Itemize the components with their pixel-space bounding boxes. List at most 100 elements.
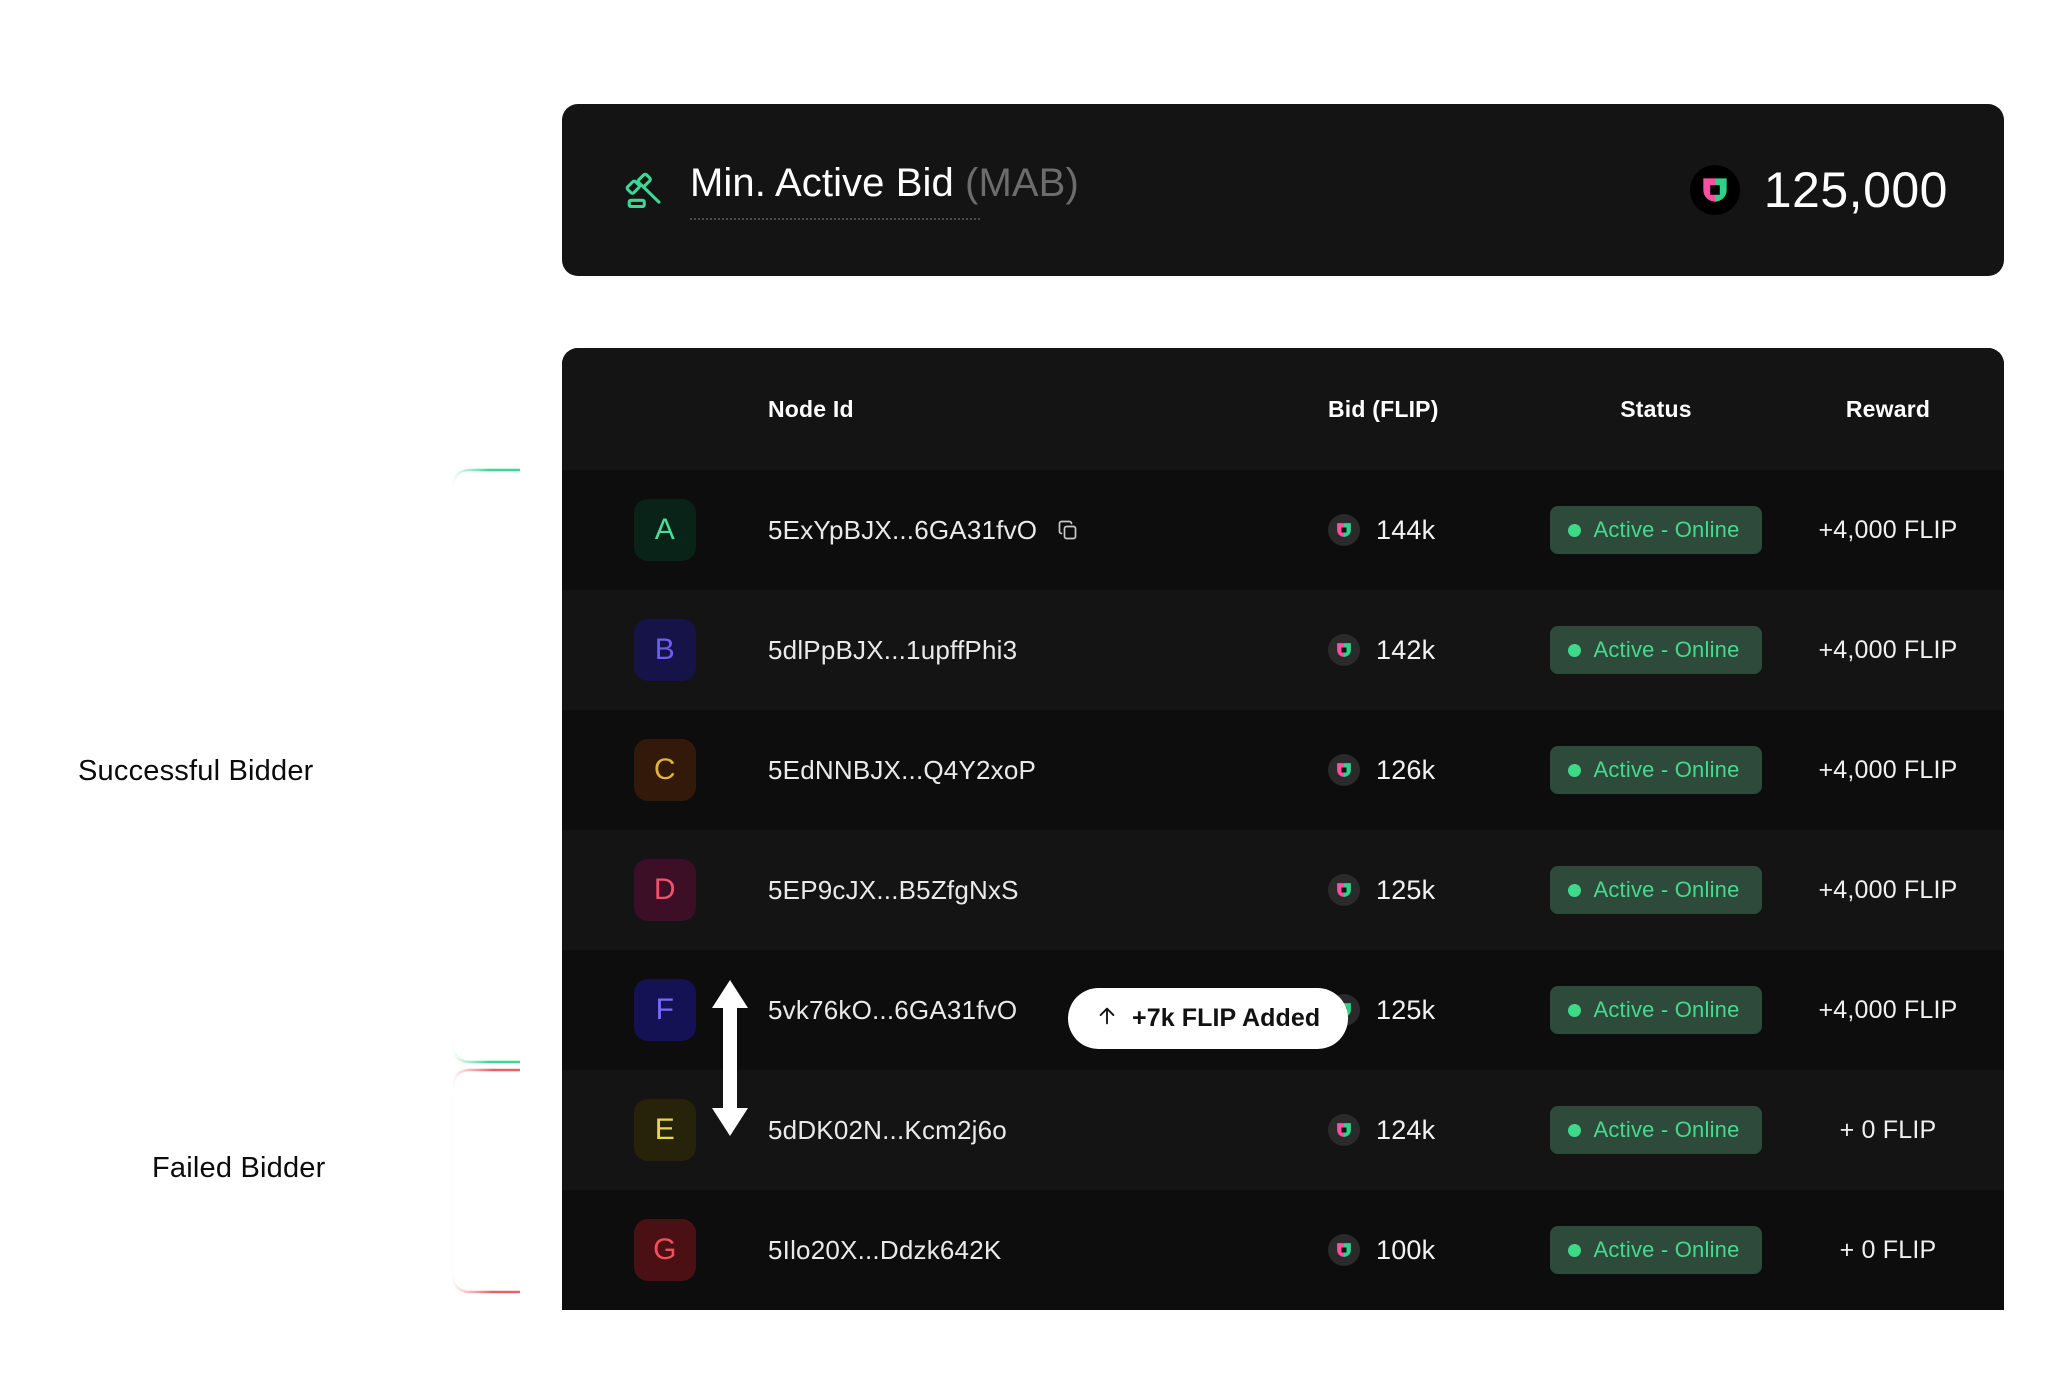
node-id-text: 5Ilo20X...Ddzk642K [768, 1234, 1002, 1265]
status-badge: Active - Online [1550, 1106, 1762, 1154]
status-label: Active - Online [1593, 877, 1740, 902]
status-cell: Active - Online [1540, 746, 1772, 794]
double-arrow-vertical-icon [708, 978, 752, 1138]
bid-cell: 100k [1328, 1234, 1540, 1266]
status-badge: Active - Online [1550, 746, 1762, 794]
reward-value: + 0 FLIP [1839, 1235, 1937, 1264]
mab-card-right: 125,000 [1689, 161, 1948, 219]
table-row[interactable]: G 5Ilo20X...Ddzk642K 100k Active - Online + … [562, 1190, 2004, 1310]
table-row[interactable]: B 5dlPpBJX...1upffPhi3 142k Active - Online… [562, 590, 2004, 710]
flip-added-label: +7k FLIP Added [1132, 1004, 1321, 1032]
node-id-text: 5ExYpBJX...6GA31fvO [768, 514, 1038, 545]
bid-value: 126k [1376, 754, 1436, 785]
status-label: Active - Online [1593, 1237, 1740, 1262]
mab-title-main: Min. Active Bid [690, 160, 954, 205]
table-row[interactable]: E 5dDK02N...Kcm2j6o 124k Active - Online + 0… [562, 1070, 2004, 1190]
reward-cell: +4,000 FLIP [1772, 516, 2004, 545]
reward-value: +4,000 FLIP [1818, 875, 1958, 904]
avatar: B [634, 619, 696, 681]
mab-title-block: Min. Active Bid (MAB) [690, 161, 1079, 220]
flip-token-icon [1328, 1114, 1360, 1146]
mab-title: Min. Active Bid (MAB) [690, 161, 1079, 206]
bid-cell: 144k [1328, 514, 1540, 546]
reward-cell: +4,000 FLIP [1772, 996, 2004, 1025]
avatar: A [634, 499, 696, 561]
reward-cell: +4,000 FLIP [1772, 756, 2004, 785]
node-id-cell: 5EP9cJX...B5ZfgNxS [768, 875, 1328, 906]
reward-value: + 0 FLIP [1839, 1115, 1937, 1144]
copy-icon[interactable] [1055, 517, 1081, 543]
status-dot-icon [1568, 523, 1582, 537]
bid-cell: 125k [1328, 994, 1540, 1026]
mab-card-left: Min. Active Bid (MAB) [622, 161, 1079, 220]
node-id-cell: 5dlPpBJX...1upffPhi3 [768, 635, 1328, 666]
header-reward-label: Reward [1845, 395, 1931, 422]
table-row[interactable]: D 5EP9cJX...B5ZfgNxS 125k Active - Online +4… [562, 830, 2004, 950]
arrow-up-icon [1096, 1004, 1118, 1033]
flip-added-badge: +7k FLIP Added [1068, 988, 1349, 1049]
avatar: C [634, 739, 696, 801]
table-row[interactable]: C 5EdNNBJX...Q4Y2xoP 126k Active - Online +4… [562, 710, 2004, 830]
status-label: Active - Online [1593, 637, 1740, 662]
avatar-letter: E [654, 1113, 676, 1146]
avatar-letter: F [655, 993, 675, 1026]
avatar-letter: C [653, 753, 677, 786]
flip-token-icon [1328, 1234, 1360, 1266]
node-id-text: 5vk76kO...6GA31fvO [768, 994, 1018, 1025]
status-cell: Active - Online [1540, 506, 1772, 554]
reward-value: +4,000 FLIP [1818, 755, 1958, 784]
node-id-text: 5dlPpBJX...1upffPhi3 [768, 634, 1018, 665]
bid-cell: 126k [1328, 754, 1540, 786]
status-badge: Active - Online [1550, 626, 1762, 674]
reward-value: +4,000 FLIP [1818, 635, 1958, 664]
header-status: Status [1540, 396, 1772, 423]
avatar-letter: G [653, 1233, 677, 1266]
min-active-bid-card: Min. Active Bid (MAB) 125,000 [562, 104, 2004, 276]
reward-cell: +4,000 FLIP [1772, 636, 2004, 665]
reward-cell: +4,000 FLIP [1772, 876, 2004, 905]
avatar-cell: C [562, 739, 768, 801]
bid-value: 144k [1376, 514, 1436, 545]
status-cell: Active - Online [1540, 626, 1772, 674]
status-badge: Active - Online [1550, 1226, 1762, 1274]
avatar-cell: A [562, 499, 768, 561]
flip-token-icon [1689, 165, 1740, 215]
header-reward: Reward [1772, 396, 2004, 423]
avatar: E [634, 1099, 696, 1161]
status-badge: Active - Online [1550, 506, 1762, 554]
annotation-failed-bidder: Failed Bidder [152, 1152, 326, 1184]
bid-value: 124k [1376, 1114, 1436, 1145]
bid-value: 125k [1376, 874, 1436, 905]
status-cell: Active - Online [1540, 986, 1772, 1034]
status-dot-icon [1568, 883, 1582, 897]
status-label: Active - Online [1593, 1117, 1740, 1142]
table-row[interactable]: A 5ExYpBJX...6GA31fvO 144k Active - Online +… [562, 470, 2004, 590]
node-id-cell: 5EdNNBJX...Q4Y2xoP [768, 755, 1328, 786]
status-cell: Active - Online [1540, 1226, 1772, 1274]
bidders-table: Node Id Bid (FLIP) Status Reward A 5ExYpB… [562, 348, 2004, 1310]
header-bid: Bid (FLIP) [1328, 396, 1540, 423]
node-id-text: 5EP9cJX...B5ZfgNxS [768, 874, 1019, 905]
node-id-cell: 5Ilo20X...Ddzk642K [768, 1235, 1328, 1266]
status-label: Active - Online [1593, 757, 1740, 782]
flip-token-icon [1328, 874, 1360, 906]
status-cell: Active - Online [1540, 1106, 1772, 1154]
screenshot-root: Min. Active Bid (MAB) 125,000 Node Id Bi… [0, 0, 2060, 1400]
avatar-cell: G [562, 1219, 768, 1281]
mab-title-abbr: (MAB) [965, 160, 1079, 205]
bid-value: 100k [1376, 1234, 1436, 1265]
annotation-successful-bidder: Successful Bidder [78, 755, 314, 787]
node-id-cell: 5ExYpBJX...6GA31fvO [768, 515, 1328, 546]
table-header-row: Node Id Bid (FLIP) Status Reward [562, 348, 2004, 470]
header-status-label: Status [1620, 395, 1692, 422]
header-bid-label: Bid (FLIP) [1328, 395, 1439, 422]
avatar-letter: D [653, 873, 677, 906]
flip-token-icon [1328, 634, 1360, 666]
bid-cell: 142k [1328, 634, 1540, 666]
avatar: G [634, 1219, 696, 1281]
mab-value: 125,000 [1763, 162, 1948, 218]
status-badge: Active - Online [1550, 866, 1762, 914]
gavel-icon [622, 167, 668, 213]
reward-value: +4,000 FLIP [1818, 995, 1958, 1024]
bid-cell: 124k [1328, 1114, 1540, 1146]
